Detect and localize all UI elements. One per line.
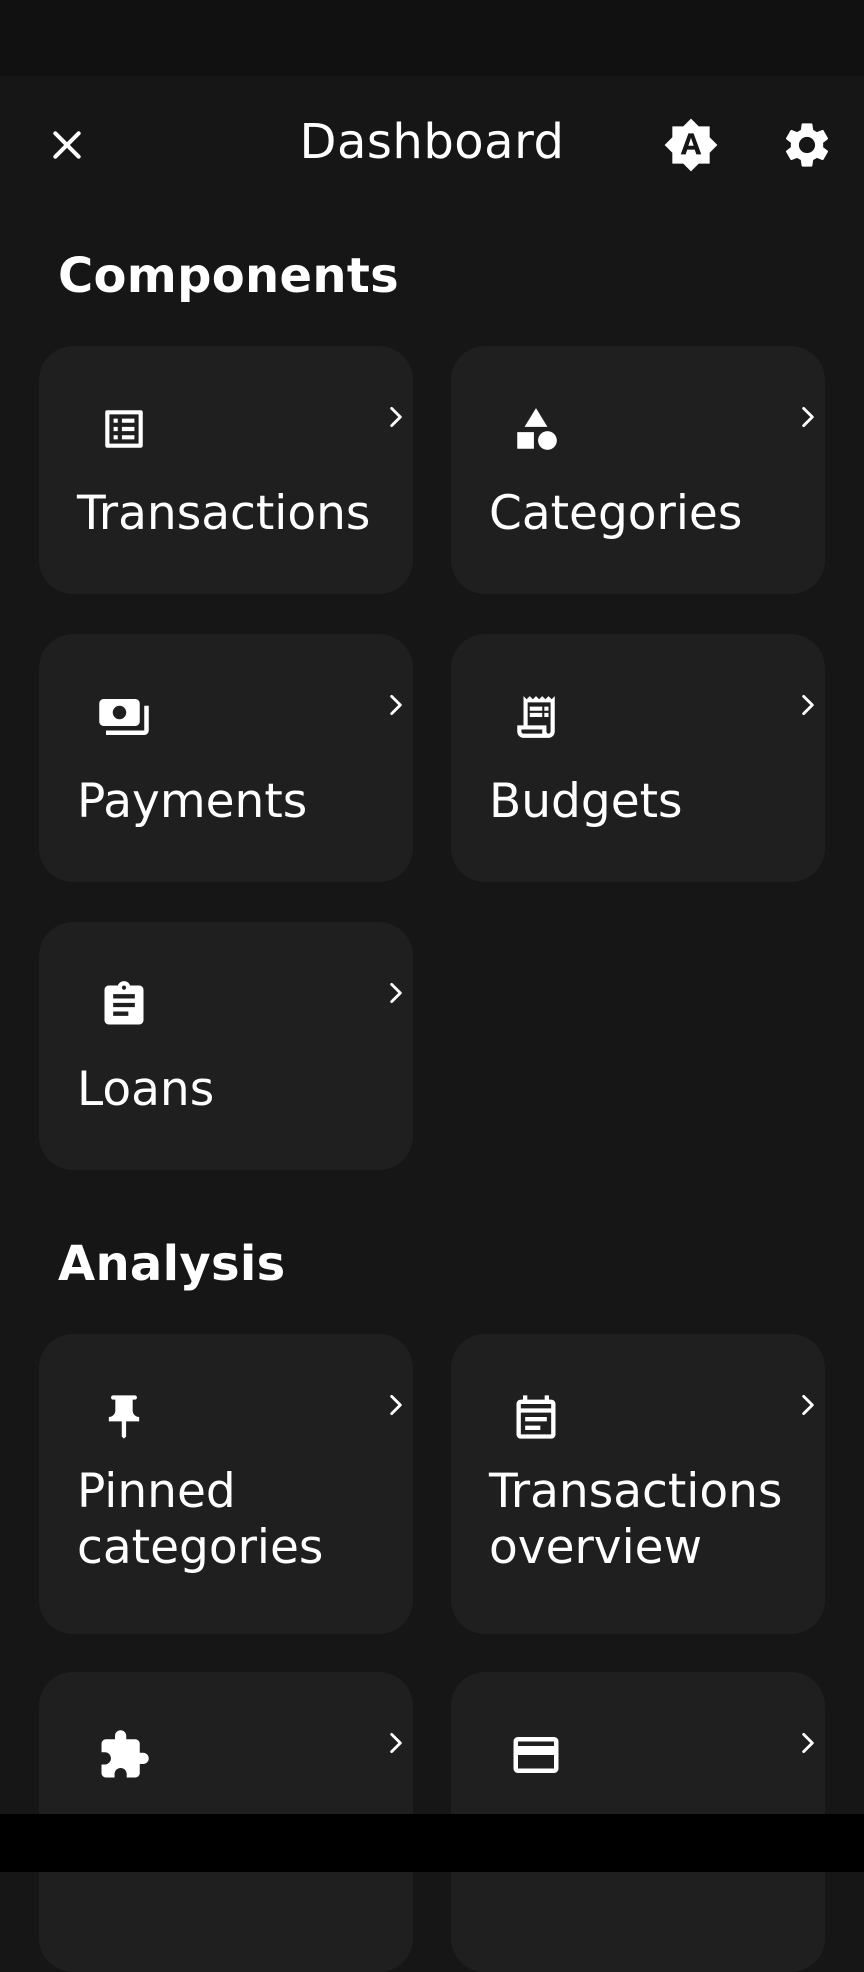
extension-puzzle-icon bbox=[97, 1728, 151, 1782]
settings-button[interactable] bbox=[771, 109, 843, 181]
card-label: Budgets bbox=[489, 774, 683, 829]
page-title: Dashboard bbox=[299, 114, 565, 170]
card-pinned-categories[interactable]: Pinned categories bbox=[39, 1334, 413, 1634]
gear-icon bbox=[785, 123, 829, 167]
status-bar bbox=[0, 0, 864, 76]
system-navigation-bar bbox=[0, 1814, 864, 1872]
top-app-bar: Dashboard bbox=[0, 76, 864, 214]
card-loans[interactable]: Loans bbox=[39, 922, 413, 1170]
chevron-right-icon bbox=[390, 1394, 402, 1416]
chevron-right-icon bbox=[390, 982, 402, 1004]
category-shapes-icon bbox=[509, 402, 563, 456]
credit-card-icon bbox=[509, 1728, 563, 1782]
list-alt-icon bbox=[97, 402, 151, 456]
card-label: Categories bbox=[489, 486, 743, 541]
card-categories[interactable]: Categories bbox=[451, 346, 825, 594]
auto-theme-icon bbox=[664, 118, 718, 172]
chevron-right-icon bbox=[390, 694, 402, 716]
card-label: Loans bbox=[77, 1062, 215, 1117]
chevron-right-icon bbox=[390, 1732, 402, 1754]
chevron-right-icon bbox=[390, 406, 402, 428]
chevron-right-icon bbox=[802, 406, 814, 428]
theme-auto-button[interactable] bbox=[655, 109, 727, 181]
chevron-right-icon bbox=[802, 694, 814, 716]
chevron-right-icon bbox=[802, 1732, 814, 1754]
card-transactions-overview[interactable]: Transactions overview bbox=[451, 1334, 825, 1634]
card-label: Transactions bbox=[77, 486, 371, 541]
card-payments[interactable]: Payments bbox=[39, 634, 413, 882]
receipt-long-icon bbox=[509, 690, 563, 744]
chevron-right-icon bbox=[802, 1394, 814, 1416]
calendar-icon bbox=[509, 1390, 563, 1444]
card-budgets[interactable]: Budgets bbox=[451, 634, 825, 882]
card-label: Pinned categories bbox=[77, 1464, 324, 1575]
push-pin-icon bbox=[97, 1390, 151, 1444]
section-title-components: Components bbox=[58, 248, 399, 304]
payments-icon bbox=[97, 690, 151, 744]
card-transactions[interactable]: Transactions bbox=[39, 346, 413, 594]
assignment-icon bbox=[97, 978, 151, 1032]
card-label: Transactions overview bbox=[489, 1464, 783, 1575]
section-title-analysis: Analysis bbox=[58, 1236, 286, 1292]
card-label: Payments bbox=[77, 774, 308, 829]
